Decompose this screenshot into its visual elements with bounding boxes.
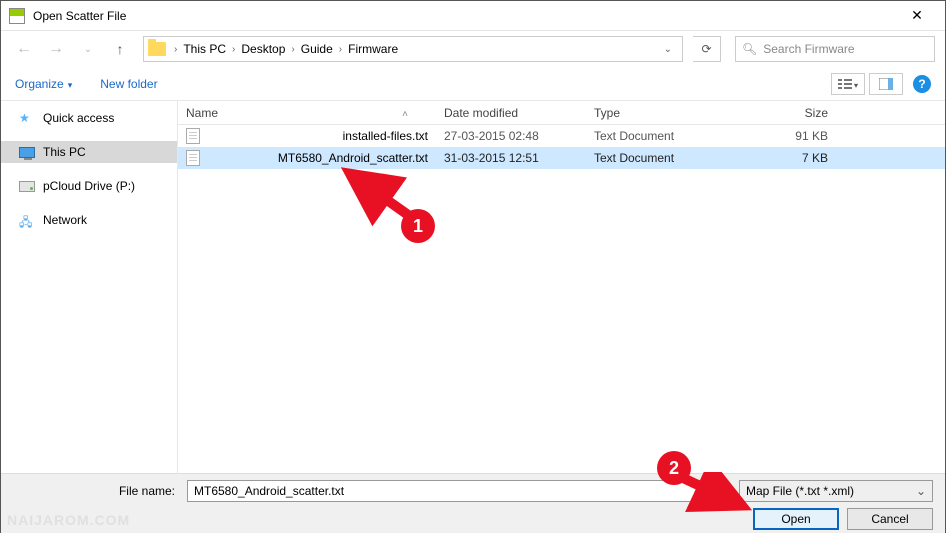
file-type: Text Document [586,129,746,143]
crumb-guide[interactable]: Guide [299,40,335,58]
annotation-badge-2: 2 [657,451,691,485]
pc-icon [19,147,35,158]
cancel-button[interactable]: Cancel [847,508,933,530]
annotation-arrow-2 [677,472,757,514]
file-list: Name Date modified Type Size installed-f… [178,101,945,473]
annotation-badge-1: 1 [401,209,435,243]
chevron-right-icon: › [232,44,235,55]
back-button[interactable] [11,36,37,62]
view-mode-button[interactable] [831,73,865,95]
chevron-right-icon: › [291,44,294,55]
chevron-right-icon: › [174,44,177,55]
app-icon [9,8,25,24]
preview-pane-button[interactable] [869,73,903,95]
chevron-down-icon [854,77,858,91]
chevron-down-icon [68,77,73,91]
col-name-label: Name [186,106,218,120]
window-title: Open Scatter File [33,9,897,23]
new-folder-button[interactable]: New folder [100,77,157,91]
star-icon [19,111,35,125]
sidebar-item-network[interactable]: Network [1,209,177,231]
file-size: 7 KB [746,151,836,165]
breadcrumb[interactable]: › This PC › Desktop › Guide › Firmware ⌄ [143,36,683,62]
chevron-right-icon: › [339,44,342,55]
file-size: 91 KB [746,129,836,143]
help-button[interactable]: ? [913,75,931,93]
organize-menu[interactable]: Organize [15,77,72,91]
sidebar-label: pCloud Drive (P:) [43,179,135,193]
crumb-desktop[interactable]: Desktop [239,40,287,58]
toolbar: Organize New folder ? [1,67,945,101]
preview-pane-icon [879,78,893,90]
open-button[interactable]: Open [753,508,839,530]
sidebar-item-this-pc[interactable]: This PC [1,141,177,163]
chevron-down-icon [916,484,926,498]
refresh-button[interactable] [693,36,721,62]
sort-asc-icon [402,106,428,120]
filename-label: File name: [13,484,181,498]
col-type[interactable]: Type [586,106,746,120]
bottom-panel: File name: Map File (*.txt *.xml) Open C… [1,473,945,533]
filename-input[interactable] [187,480,727,502]
history-dropdown[interactable] [75,36,101,62]
col-date[interactable]: Date modified [436,106,586,120]
filetype-filter[interactable]: Map File (*.txt *.xml) [739,480,933,502]
sidebar: Quick access This PC pCloud Drive (P:) N… [1,101,178,473]
file-row[interactable]: installed-files.txt 27-03-2015 02:48 Tex… [178,125,945,147]
file-row-selected[interactable]: MT6580_Android_scatter.txt 31-03-2015 12… [178,147,945,169]
nav-row: › This PC › Desktop › Guide › Firmware ⌄… [1,31,945,67]
breadcrumb-dropdown[interactable]: ⌄ [664,44,672,55]
file-type: Text Document [586,151,746,165]
file-name: MT6580_Android_scatter.txt [278,151,428,165]
sidebar-label: Quick access [43,111,114,125]
sidebar-label: This PC [43,145,86,159]
crumb-thispc[interactable]: This PC [181,40,228,58]
text-file-icon [186,150,200,166]
col-name[interactable]: Name [178,106,436,120]
sidebar-label: Network [43,213,87,227]
file-date: 27-03-2015 02:48 [436,129,586,143]
titlebar: Open Scatter File ✕ [1,1,945,31]
sidebar-item-quick-access[interactable]: Quick access [1,107,177,129]
search-icon [742,42,757,56]
drive-icon [19,181,35,192]
column-headers: Name Date modified Type Size [178,101,945,125]
list-view-icon [838,78,852,90]
close-button[interactable]: ✕ [897,7,937,24]
filter-label: Map File (*.txt *.xml) [746,484,854,498]
search-placeholder: Search Firmware [763,42,854,56]
main-area: Quick access This PC pCloud Drive (P:) N… [1,101,945,473]
col-size[interactable]: Size [746,106,836,120]
search-input[interactable]: Search Firmware [735,36,935,62]
organize-label: Organize [15,77,64,91]
sidebar-item-pcloud[interactable]: pCloud Drive (P:) [1,175,177,197]
folder-icon [148,42,166,56]
file-name: installed-files.txt [343,129,428,143]
file-date: 31-03-2015 12:51 [436,151,586,165]
up-button[interactable] [107,36,133,62]
network-icon [19,213,35,227]
crumb-firmware[interactable]: Firmware [346,40,400,58]
forward-button[interactable] [43,36,69,62]
text-file-icon [186,128,200,144]
watermark: NAIJAROM.COM [7,512,130,528]
